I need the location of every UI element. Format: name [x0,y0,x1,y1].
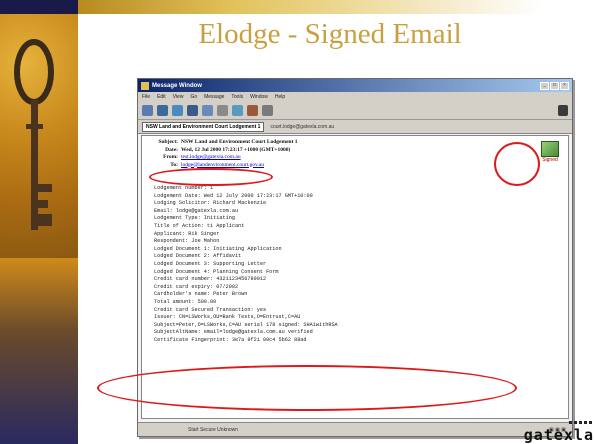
key-photo [0,14,78,258]
body-line: Applicant: Rik Singer [154,230,220,237]
body-line: Lodgement number: 1 [154,185,214,191]
reply-icon[interactable] [172,104,183,116]
message-tab[interactable]: NSW Land and Environment Court Lodgement… [142,121,265,132]
body-line: Credit card Secured Transaction: yes [154,306,267,313]
body-line: Subject=Peter,O=LSWorks,C=AU serial 178 … [154,321,338,328]
sidebar-decoration [0,0,78,444]
annotation-oval-signed-icon [494,142,540,186]
to-label: To: [170,161,178,168]
antique-key-icon [14,39,54,230]
body-line: Issuer: CN=LSWorks,OU=Bank Tests,O=Entru… [154,314,301,321]
next-icon[interactable] [232,104,243,116]
window-title: Message Window [152,82,202,89]
body-line: Lodged Document 1: Initiating Applicatio… [154,245,282,252]
to-link[interactable]: lodge@landenvironment.court.gov.au [181,162,264,168]
signature-seal-icon [541,141,559,157]
menu-help[interactable]: Help [275,94,285,100]
sidebar-gradient [0,258,78,444]
app-icon [141,81,149,90]
toolbar [138,101,572,120]
date-label: Date: [165,146,178,153]
status-text: Start Secure Unknown [188,426,239,433]
menu-file[interactable]: File [142,94,150,100]
get-msg-icon[interactable] [142,104,153,116]
body-line: SubjectAltName: email=lodge@gatexla.com.… [154,329,313,336]
menu-message[interactable]: Message [204,94,224,100]
new-msg-icon[interactable] [157,104,168,116]
date-value: Wed, 12 Jul 2000 17:23:17 +1000 (GMT+100… [181,146,291,153]
signed-label: Signed [542,157,558,163]
annotation-oval-from [149,168,273,186]
body-line: Credit card expiry: 07/2002 [154,283,239,290]
minimize-button[interactable]: _ [540,81,549,90]
body-line: Lodged Document 3: Supporting Letter [154,260,267,267]
reply-all-icon[interactable] [187,104,198,116]
signed-icon[interactable]: Signed [538,141,562,167]
annotation-oval-certificate [97,365,517,411]
throbber-icon [558,104,568,116]
window-titlebar[interactable]: Message Window _ □ × [138,79,572,92]
subject-label: Subject: [158,139,178,145]
status-bar: Start Secure Unknown ▣ ▣ ▣ [138,422,572,436]
maximize-button[interactable]: □ [550,81,559,90]
forward-icon[interactable] [202,104,213,116]
body-line: Title of Action: ti Applicant [154,222,245,229]
print-icon[interactable] [247,104,258,116]
menu-view[interactable]: View [173,94,184,100]
footer-dots [569,421,592,424]
menu-window[interactable]: Window [250,94,268,100]
body-line: Lodged Document 4: Planning Consent Form [154,268,279,275]
slide-title: Elodge - Signed Email [198,18,462,50]
body-line: Lodgement Type: Initiating [154,215,235,222]
footer-brand: gatexla [523,426,594,444]
message-tab-address: court.lodge@gatexla.com.au [270,123,335,130]
body-line: Lodging Solicitor: Richard Mackenzie [154,200,267,207]
close-button[interactable]: × [560,81,569,90]
body-line: Lodgement Date: Wed 12 July 2000 17:23:1… [154,192,313,199]
delete-icon[interactable] [262,104,273,116]
from-link[interactable]: test.lodge@gatexla.com.au [181,154,241,160]
body-line: Cardholder's name: Peter Brown [154,291,248,298]
menu-go[interactable]: Go [190,94,197,100]
menu-edit[interactable]: Edit [157,94,166,100]
body-line: Email: lodge@gatexla.com.au [154,207,239,214]
message-tab-bar: NSW Land and Environment Court Lodgement… [138,120,572,134]
subject-value: NSW Land and Environment Court Lodgement… [181,139,298,145]
file-icon[interactable] [217,104,228,116]
message-body: Lodgement number: 1 Lodgement Date: Wed 1… [142,171,568,344]
body-line: Credit card number: 4321123456789012 [154,276,267,283]
top-accent-bar [78,0,594,14]
body-line: Lodged Document 2: Affidavit [154,253,242,260]
body-line: Respondent: Joe Mahon [154,238,220,245]
menu-bar: File Edit View Go Message Tools Window H… [138,92,572,101]
from-label: From: [163,154,178,160]
menu-tools[interactable]: Tools [231,94,243,100]
body-line: Certificate Fingerprint: 3e7a 9f21 00c4 … [154,336,307,343]
body-line: Total amount: 500.00 [154,298,217,305]
